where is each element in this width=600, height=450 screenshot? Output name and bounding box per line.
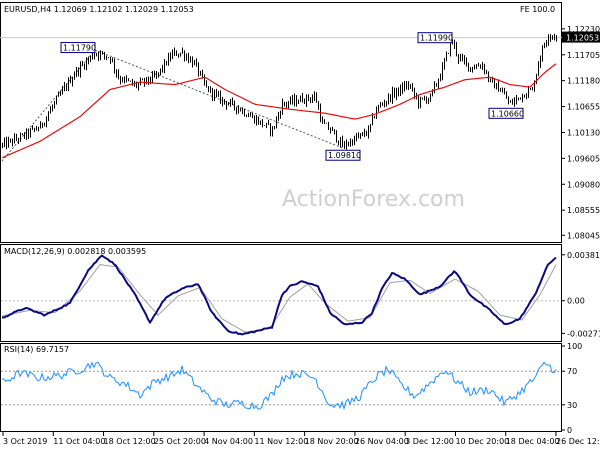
x-tick-label: 18 Nov 20:00 (305, 437, 359, 446)
x-tick-label: 4 Nov 04:00 (204, 437, 253, 446)
price-tick-label: 1.10130 (567, 128, 600, 137)
macd-tick-label: -0.002713 (567, 329, 600, 338)
x-tick-label: 26 Dec 12:00 (556, 437, 600, 446)
rsi-tick-label: 0 (567, 426, 572, 435)
x-tick-label: 25 Oct 20:00 (154, 437, 206, 446)
rsi-tick-label: 100 (567, 342, 582, 351)
rsi-tick-label: 70 (567, 367, 577, 376)
x-tick-label: 3 Dec 12:00 (405, 437, 454, 446)
price-tick-label: 1.08045 (567, 231, 600, 240)
price-annotation-label: 1.10660 (491, 109, 524, 118)
x-tick-label: 18 Dec 04:00 (506, 437, 560, 446)
x-tick-label: 3 Oct 2019 (3, 437, 47, 446)
x-tick-label: 10 Dec 20:00 (455, 437, 509, 446)
rsi-panel-header: RSI(14) 69.7157 (4, 345, 69, 354)
macd-tick-label: 0.00 (567, 297, 585, 306)
forex-chart: ActionForex.com EURUSD,H4 1.12069 1.1210… (0, 0, 600, 450)
price-tick-label: 1.09080 (567, 180, 600, 189)
x-tick-label: 11 Nov 12:00 (254, 437, 308, 446)
price-tick-label: 1.10655 (567, 103, 600, 112)
current-price-label: 1.12053 (566, 34, 599, 43)
price-panel-header: EURUSD,H4 1.12069 1.12102 1.12029 1.1205… (4, 5, 194, 14)
top-right-label: FE 100.0 (520, 5, 555, 14)
chart-background (0, 0, 600, 450)
price-tick-label: 1.08555 (567, 206, 600, 215)
watermark: ActionForex.com (282, 187, 465, 212)
x-tick-label: 18 Oct 12:00 (104, 437, 156, 446)
macd-tick-label: 0.003819 (567, 251, 600, 260)
rsi-tick-label: 30 (567, 401, 577, 410)
price-tick-label: 1.09605 (567, 154, 600, 163)
x-tick-label: 26 Nov 04:00 (355, 437, 409, 446)
price-annotation-label: 1.09810 (328, 151, 361, 160)
price-tick-label: 1.11705 (567, 51, 600, 60)
price-annotation-label: 1.11990 (420, 34, 453, 43)
x-tick-label: 11 Oct 04:00 (53, 437, 105, 446)
price-tick-label: 1.11180 (567, 77, 600, 86)
price-annotation-label: 1.11790 (63, 44, 96, 53)
macd-panel-header: MACD(12,26,9) 0.002818 0.003595 (4, 247, 146, 256)
